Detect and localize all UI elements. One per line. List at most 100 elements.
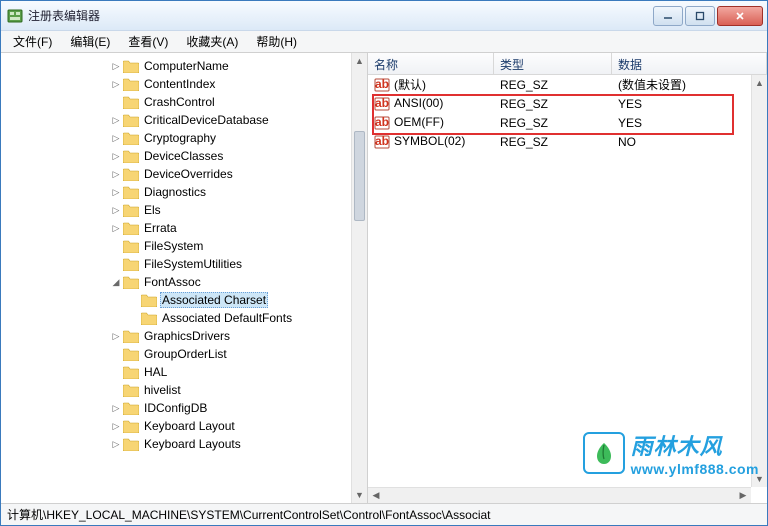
tree-item[interactable]: ▷GraphicsDrivers	[1, 327, 351, 345]
list-row[interactable]: abOEM(FF)REG_SZYES	[368, 113, 751, 132]
scroll-thumb[interactable]	[354, 131, 365, 221]
tree-scrollbar-vertical[interactable]: ▲ ▼	[351, 53, 367, 503]
tree-item-label: Errata	[142, 220, 179, 236]
tree-item-label: Cryptography	[142, 130, 218, 146]
folder-icon	[123, 204, 139, 217]
cell-data: (数值未设置)	[612, 75, 751, 94]
tree-item[interactable]: CrashControl	[1, 93, 351, 111]
scroll-up-arrow[interactable]: ▲	[752, 75, 767, 91]
tree-expander-icon[interactable]: ▷	[109, 187, 123, 198]
tree-expander-icon[interactable]: ▷	[109, 133, 123, 144]
folder-icon	[123, 438, 139, 451]
scroll-down-arrow[interactable]: ▼	[752, 471, 767, 487]
col-header-name[interactable]: 名称	[368, 53, 494, 74]
cell-name: ab(默认)	[368, 75, 494, 95]
string-value-icon: ab	[374, 96, 390, 112]
tree-item-label: CriticalDeviceDatabase	[142, 112, 271, 128]
tree-expander-icon[interactable]: ▷	[109, 403, 123, 414]
tree-expander-icon[interactable]: ▷	[109, 205, 123, 216]
tree-item-label: CrashControl	[142, 94, 217, 110]
menu-edit[interactable]: 编辑(E)	[62, 31, 118, 52]
cell-type: REG_SZ	[494, 115, 612, 131]
tree-item-label: Diagnostics	[142, 184, 208, 200]
tree-item[interactable]: ▷ CriticalDeviceDatabase	[1, 111, 351, 129]
scroll-down-arrow[interactable]: ▼	[352, 487, 367, 503]
svg-text:ab: ab	[375, 77, 389, 91]
scroll-right-arrow[interactable]: ▶	[735, 488, 751, 503]
menu-help[interactable]: 帮助(H)	[248, 31, 305, 52]
menu-favorites[interactable]: 收藏夹(A)	[178, 31, 246, 52]
folder-icon	[123, 366, 139, 379]
tree-item[interactable]: Associated Charset	[1, 291, 351, 309]
folder-icon	[123, 384, 139, 397]
tree-item-label: GroupOrderList	[142, 346, 229, 362]
tree-item[interactable]: ▷Keyboard Layouts	[1, 435, 351, 453]
tree-expander-icon[interactable]: ▷	[109, 169, 123, 180]
tree-expander-icon[interactable]: ▷	[109, 439, 123, 450]
window-title: 注册表编辑器	[28, 7, 653, 24]
tree-item[interactable]: ▷Els	[1, 201, 351, 219]
cell-name: abOEM(FF)	[368, 114, 494, 132]
tree-item-label: Keyboard Layout	[142, 418, 237, 434]
minimize-button[interactable]	[653, 6, 683, 26]
maximize-button[interactable]	[685, 6, 715, 26]
list-row[interactable]: ab(默认)REG_SZ(数值未设置)	[368, 75, 751, 94]
tree-item-label: DeviceOverrides	[142, 166, 235, 182]
tree-item[interactable]: ▷ Cryptography	[1, 129, 351, 147]
list-scrollbar-horizontal[interactable]: ◀ ▶	[368, 487, 751, 503]
tree-item[interactable]: ▷ Keyboard Layout	[1, 417, 351, 435]
list-row[interactable]: abSYMBOL(02)REG_SZNO	[368, 132, 751, 151]
tree-item[interactable]: FileSystem	[1, 237, 351, 255]
regedit-icon	[7, 8, 23, 24]
tree-expander-icon[interactable]: ▷	[109, 151, 123, 162]
tree-expander-icon[interactable]: ▷	[109, 331, 123, 342]
folder-icon	[123, 330, 139, 343]
tree-item-label: Associated Charset	[160, 292, 268, 308]
tree-item[interactable]: HAL	[1, 363, 351, 381]
tree-expander-icon[interactable]: ▷	[109, 223, 123, 234]
tree-item[interactable]: GroupOrderList	[1, 345, 351, 363]
tree-item[interactable]: ◢ FontAssoc	[1, 273, 351, 291]
tree-view[interactable]: ▷ComputerName▷ContentIndexCrashControl ▷ C…	[1, 53, 351, 503]
tree-expander-icon[interactable]: ▷	[109, 79, 123, 90]
tree-pane: ▷ComputerName▷ContentIndexCrashControl ▷ C…	[1, 53, 368, 503]
cell-type: REG_SZ	[494, 96, 612, 112]
tree-item[interactable]: ▷ Diagnostics	[1, 183, 351, 201]
list-body[interactable]: ab(默认)REG_SZ(数值未设置)abANSI(00)REG_SZYESab…	[368, 75, 751, 487]
tree-item[interactable]: FileSystemUtilities	[1, 255, 351, 273]
tree-expander-icon[interactable]: ◢	[109, 277, 123, 288]
col-header-data[interactable]: 数据	[612, 53, 767, 74]
tree-item[interactable]: ▷ComputerName	[1, 57, 351, 75]
svg-text:ab: ab	[375, 115, 389, 129]
close-button[interactable]	[717, 6, 763, 26]
tree-expander-icon[interactable]: ▷	[109, 421, 123, 432]
svg-text:ab: ab	[375, 134, 389, 148]
tree-item-label: FontAssoc	[142, 274, 203, 290]
folder-icon	[123, 168, 139, 181]
tree-item[interactable]: ▷IDConfigDB	[1, 399, 351, 417]
menu-file[interactable]: 文件(F)	[5, 31, 60, 52]
cell-name: abANSI(00)	[368, 95, 494, 113]
tree-item[interactable]: Associated DefaultFonts	[1, 309, 351, 327]
tree-item[interactable]: hivelist	[1, 381, 351, 399]
string-value-icon: ab	[374, 115, 390, 131]
tree-item[interactable]: ▷ContentIndex	[1, 75, 351, 93]
tree-expander-icon[interactable]: ▷	[109, 61, 123, 72]
titlebar[interactable]: 注册表编辑器	[1, 1, 767, 31]
scroll-up-arrow[interactable]: ▲	[352, 53, 367, 69]
tree-item[interactable]: ▷ Errata	[1, 219, 351, 237]
scroll-left-arrow[interactable]: ◀	[368, 488, 384, 503]
list-row[interactable]: abANSI(00)REG_SZYES	[368, 94, 751, 113]
folder-icon	[123, 420, 139, 433]
folder-icon	[123, 96, 139, 109]
tree-item[interactable]: ▷ DeviceOverrides	[1, 165, 351, 183]
menu-view[interactable]: 查看(V)	[120, 31, 176, 52]
cell-data: YES	[612, 115, 751, 131]
tree-item[interactable]: ▷DeviceClasses	[1, 147, 351, 165]
col-header-type[interactable]: 类型	[494, 53, 612, 74]
tree-expander-icon[interactable]: ▷	[109, 115, 123, 126]
tree-item-label: Associated DefaultFonts	[160, 310, 294, 326]
folder-icon	[123, 78, 139, 91]
list-scrollbar-vertical[interactable]: ▲ ▼	[751, 75, 767, 487]
string-value-icon: ab	[374, 134, 390, 150]
